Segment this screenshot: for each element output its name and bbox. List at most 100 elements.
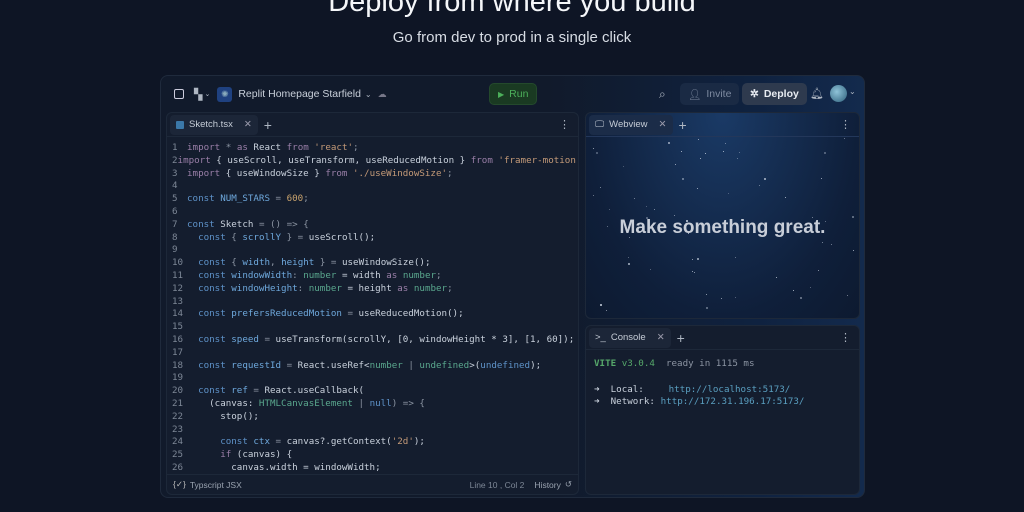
more-icon[interactable]: ⋮: [559, 118, 570, 131]
webview-panel: 🖵︎ Webview ✕ + ⋮ Make something great.: [585, 112, 860, 319]
avatar[interactable]: [830, 85, 847, 102]
code-token: =: [258, 333, 276, 345]
language-label[interactable]: Typscript JSX: [190, 480, 242, 490]
star: [622, 166, 624, 168]
line-number: 12: [172, 282, 184, 294]
more-icon[interactable]: ⋮: [840, 118, 851, 131]
line-number: 16: [172, 333, 184, 345]
code-token: } =: [281, 231, 309, 243]
tab-webview[interactable]: 🖵︎ Webview ✕: [589, 114, 673, 135]
editor-status-bar: {✓} Typscript JSX Line 10 , Col 2 Histor…: [167, 474, 578, 494]
code-token: >(: [469, 359, 481, 371]
code-token: import: [187, 167, 221, 179]
code-token: React: [247, 142, 287, 153]
add-tab-icon[interactable]: +: [264, 117, 272, 133]
deploy-button[interactable]: ✲ Deploy: [742, 83, 807, 105]
code-token: prefersReducedMotion: [225, 308, 342, 320]
star: [692, 259, 694, 261]
code-line: 2 import { useScroll, useTransform, useRe…: [167, 155, 578, 168]
bell-icon[interactable]: 🔔︎: [810, 87, 824, 100]
deploy-icon: ✲: [750, 88, 759, 100]
history-icon[interactable]: ↺: [565, 479, 572, 490]
star: [763, 178, 766, 181]
code-token: (canvas:: [187, 397, 259, 409]
run-button[interactable]: ▶ Run: [489, 83, 538, 105]
code-token: } =: [314, 257, 342, 269]
add-tab-icon[interactable]: +: [679, 117, 687, 133]
code-token: const: [187, 193, 215, 205]
star: [823, 151, 826, 154]
star: [821, 241, 823, 243]
code-line: 9: [167, 244, 578, 257]
code-editor[interactable]: 1 import * as React from 'react'; 2 import …: [167, 137, 578, 475]
code-token: =: [341, 308, 359, 320]
code-token: speed: [225, 333, 259, 345]
star: [699, 158, 701, 160]
star: [705, 307, 708, 310]
chevron-down-icon[interactable]: ⌄: [365, 90, 372, 99]
code-line: 12 const windowHeight: number = height a…: [167, 283, 578, 296]
code-token: :: [292, 269, 304, 281]
invite-button[interactable]: 👤︎ Invite: [680, 83, 740, 105]
star: [627, 262, 630, 265]
search-icon[interactable]: ⌕: [659, 87, 666, 102]
star: [853, 250, 855, 252]
close-icon[interactable]: ✕: [657, 332, 665, 343]
star: [775, 277, 777, 279]
code-token: NUM_STARS: [214, 193, 270, 205]
star: [831, 243, 833, 245]
code-line: 5 const NUM_STARS = 600;: [167, 193, 578, 206]
star: [680, 151, 682, 153]
star: [737, 157, 739, 159]
line-number: 21: [172, 397, 184, 409]
history-button[interactable]: History: [534, 480, 560, 490]
line-number: 1: [172, 142, 178, 153]
line-number: 11: [172, 269, 184, 281]
star: [649, 269, 651, 271]
code-line: 23: [167, 424, 578, 437]
code-token: scrollY: [242, 231, 282, 243]
network-url-link[interactable]: http://172.31.196.17:5173/: [661, 396, 805, 409]
close-icon[interactable]: ✕: [244, 119, 252, 130]
code-line: 25 if (canvas) {: [167, 449, 578, 462]
code-token: React.useCallback(: [264, 385, 365, 397]
code-token: |: [402, 359, 420, 371]
code-token: height: [281, 257, 315, 269]
tab-sketch[interactable]: Sketch.tsx ✕: [170, 114, 258, 135]
tab-console[interactable]: >_ Console ✕: [589, 327, 671, 348]
avatar-chevron-icon[interactable]: ⌄: [849, 87, 856, 96]
code-line: 22 stop();: [167, 411, 578, 424]
tsx-file-icon: [176, 120, 184, 129]
code-token: as: [386, 269, 398, 281]
code-token: useTransform(scrollY, [0, windowHeight *…: [275, 333, 575, 345]
project-name[interactable]: Replit Homepage Starfield: [238, 88, 361, 100]
line-number: 13: [172, 295, 184, 307]
workspace-icon[interactable]: ▚ ⌄: [194, 88, 210, 101]
code-token: { useWindowSize }: [220, 167, 326, 179]
code-token: as: [236, 142, 248, 153]
close-icon[interactable]: ✕: [659, 119, 667, 130]
sidebar-toggle-icon[interactable]: [174, 89, 184, 99]
webview-headline: Make something great.: [619, 217, 826, 238]
code-token: ) => {: [391, 397, 425, 409]
add-tab-icon[interactable]: +: [677, 330, 685, 346]
star: [634, 198, 636, 200]
code-token: stop();: [187, 410, 259, 422]
code-token: ;: [447, 167, 453, 179]
code-token: );: [413, 436, 425, 448]
local-url-link[interactable]: http://localhost:5173/: [669, 384, 791, 397]
code-token: const: [187, 359, 226, 371]
star: [800, 296, 803, 299]
more-icon[interactable]: ⋮: [840, 331, 851, 344]
star: [724, 143, 726, 145]
star: [697, 258, 700, 261]
code-token: number: [397, 269, 437, 281]
star: [653, 208, 655, 210]
code-line: 6: [167, 206, 578, 219]
line-number: 24: [172, 436, 184, 448]
code-token: number: [303, 269, 337, 281]
project-icon: ✺: [217, 86, 233, 102]
code-token: from: [286, 142, 309, 153]
star: [593, 147, 595, 149]
line-number: 20: [172, 385, 184, 397]
